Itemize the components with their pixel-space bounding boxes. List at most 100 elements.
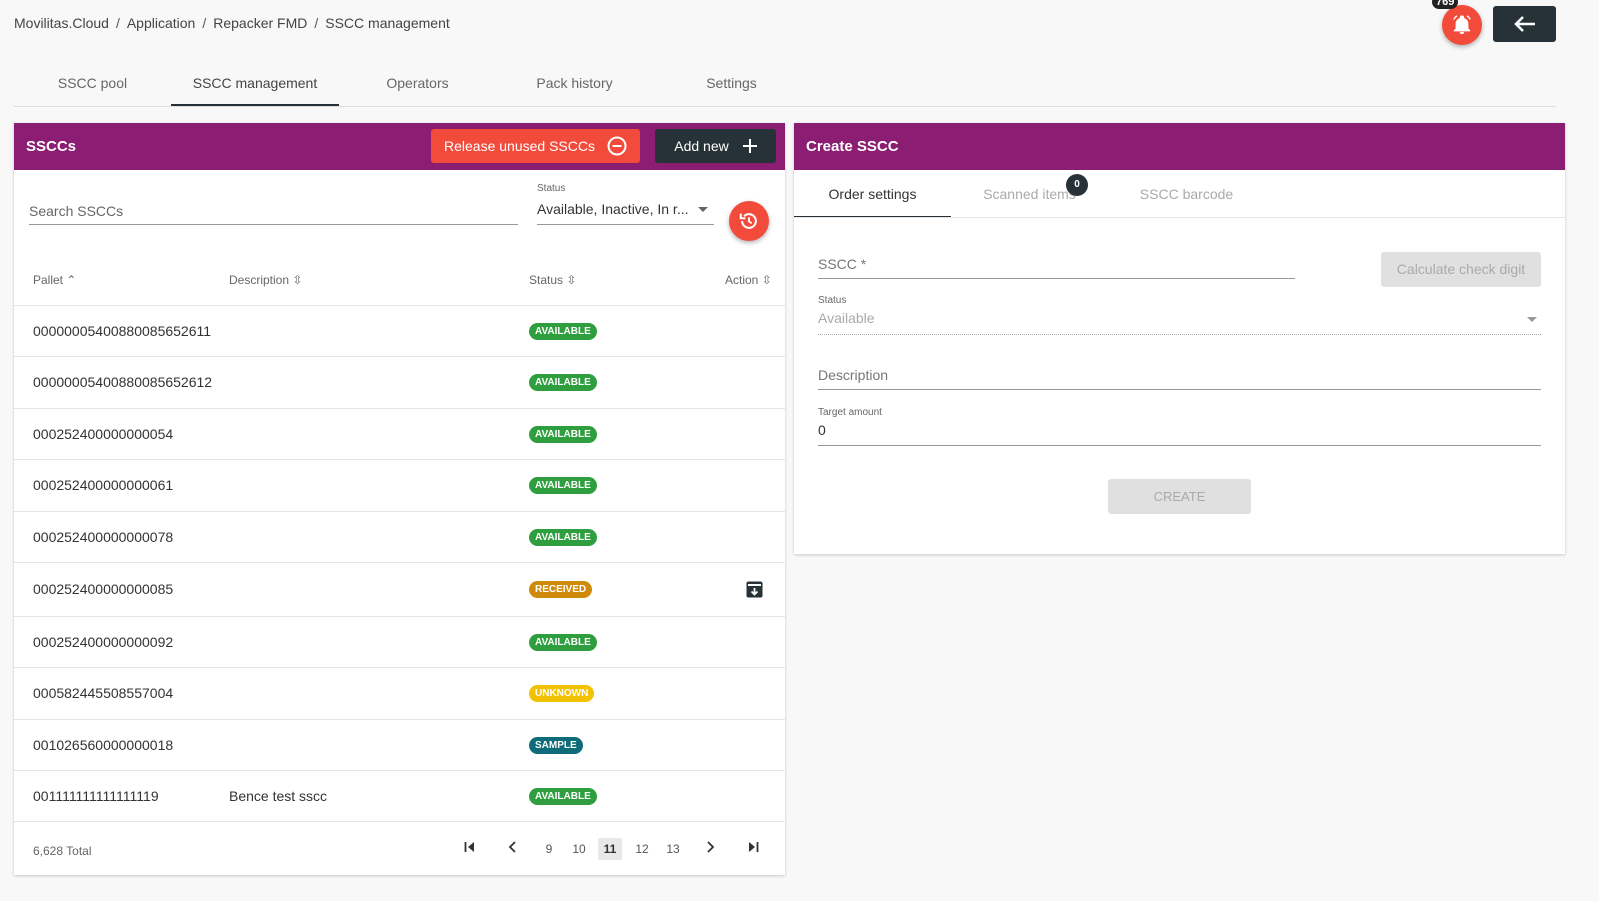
table-row[interactable]: 000252400000000061 AVAILABLE: [14, 460, 785, 512]
column-header-pallet[interactable]: Pallet ⌃: [33, 273, 76, 287]
search-placeholder: Search SSCCs: [29, 203, 124, 219]
table-row[interactable]: 001026560000000018 SAMPLE: [14, 720, 785, 771]
tab-sscc-barcode[interactable]: SSCC barcode: [1108, 170, 1265, 218]
status-badge: AVAILABLE: [529, 788, 597, 805]
back-button[interactable]: [1493, 6, 1556, 42]
minus-circle-icon: [607, 136, 627, 156]
status-badge: AVAILABLE: [529, 374, 597, 391]
table-row[interactable]: 00000005400880085652611 AVAILABLE: [14, 306, 785, 357]
column-status-label: Status: [529, 273, 564, 287]
breadcrumb-separator: /: [314, 15, 319, 31]
column-action-label: Action: [725, 273, 759, 287]
archive-button[interactable]: [746, 581, 763, 603]
main-tabs: SSCC pool SSCC management Operators Pack…: [14, 60, 1556, 107]
target-amount-value: 0: [818, 422, 826, 438]
table-row[interactable]: 000252400000000092 AVAILABLE: [14, 617, 785, 668]
next-page-button[interactable]: [702, 838, 718, 860]
bell-icon: [1453, 15, 1471, 35]
column-header-status[interactable]: Status ⇳: [529, 273, 576, 287]
table-row[interactable]: 00000005400880085652612 AVAILABLE: [14, 357, 785, 409]
sort-icon: ⇳: [292, 273, 303, 287]
column-pallet-label: Pallet: [33, 273, 64, 287]
add-new-button[interactable]: Add new: [655, 129, 776, 163]
pallet-cell: 00000005400880085652612: [33, 374, 213, 390]
page-button[interactable]: 12: [630, 838, 654, 860]
breadcrumb-separator: /: [202, 15, 207, 31]
release-button-label: Release unused SSCCs: [444, 138, 595, 154]
status-filter-value: Available, Inactive, In r...: [537, 201, 689, 217]
reset-filter-button[interactable]: [729, 201, 769, 241]
notification-count-badge: 769: [1432, 0, 1459, 9]
history-icon: [739, 213, 757, 229]
calculate-check-digit-button[interactable]: Calculate check digit: [1381, 252, 1541, 287]
status-filter-select[interactable]: Status Available, Inactive, In r...: [537, 183, 714, 225]
breadcrumb-current: SSCC management: [325, 15, 450, 31]
release-unused-ssccs-button[interactable]: Release unused SSCCs: [431, 129, 640, 163]
breadcrumb-item[interactable]: Application: [127, 15, 196, 31]
prev-page-button[interactable]: [505, 838, 521, 860]
breadcrumb-item[interactable]: Movilitas.Cloud: [14, 15, 109, 31]
table-row[interactable]: 001111111111111119 Bence test sscc AVAILAB…: [14, 771, 785, 822]
status-badge: SAMPLE: [529, 737, 583, 754]
tab-settings[interactable]: Settings: [653, 60, 810, 106]
sort-icon: ⇳: [566, 273, 577, 287]
total-count: 6,628 Total: [33, 844, 92, 858]
page-button-current[interactable]: 11: [598, 838, 622, 860]
arrow-left-icon: [1513, 16, 1535, 32]
tab-pack-history[interactable]: Pack history: [496, 60, 653, 106]
last-page-button[interactable]: [745, 838, 761, 860]
chevron-down-icon: [698, 207, 708, 212]
sscc-input[interactable]: SSCC *: [818, 256, 1295, 279]
table-row[interactable]: 000252400000000078 AVAILABLE: [14, 512, 785, 563]
notifications-button[interactable]: [1442, 5, 1482, 45]
column-header-action[interactable]: Action ⇳: [725, 273, 772, 287]
sscc-placeholder: SSCC *: [818, 256, 867, 272]
last-page-icon: [749, 842, 759, 852]
ssccs-panel-title: SSCCs: [26, 138, 77, 155]
breadcrumb-item[interactable]: Repacker FMD: [213, 15, 307, 31]
pallet-cell: 001026560000000018: [33, 737, 174, 753]
pallet-cell: 000252400000000092: [33, 634, 174, 650]
chevron-down-icon: [1527, 317, 1537, 322]
description-input[interactable]: Description: [818, 367, 1541, 390]
first-page-icon: [464, 842, 474, 852]
status-select[interactable]: Status Available: [818, 295, 1541, 335]
pallet-cell: 000252400000000085: [33, 581, 174, 597]
status-badge: AVAILABLE: [529, 477, 597, 494]
status-label: Status: [818, 295, 847, 306]
table-row[interactable]: 000252400000000054 AVAILABLE: [14, 409, 785, 460]
page-button[interactable]: 10: [567, 838, 591, 860]
tab-sscc-pool[interactable]: SSCC pool: [14, 60, 171, 106]
plus-icon: [742, 139, 757, 153]
target-amount-label: Target amount: [818, 407, 882, 418]
search-ssccs-input[interactable]: Search SSCCs: [29, 197, 518, 225]
pallet-cell: 000252400000000078: [33, 529, 174, 545]
tabs-divider: [794, 217, 1565, 218]
chevron-right-icon: [707, 841, 715, 853]
pallet-cell: 000252400000000054: [33, 426, 174, 442]
pallet-cell: 000252400000000061: [33, 477, 174, 493]
tab-sscc-management[interactable]: SSCC management: [171, 60, 339, 106]
page-button[interactable]: 9: [540, 838, 558, 860]
table-row[interactable]: 000582445508557004 UNKNOWN: [14, 668, 785, 720]
status-badge: AVAILABLE: [529, 426, 597, 443]
sort-asc-icon: ⌃: [66, 273, 77, 287]
first-page-button[interactable]: [462, 838, 478, 860]
table-row[interactable]: 000252400000000085 RECEIVED: [14, 563, 785, 617]
add-new-label: Add new: [674, 138, 729, 154]
description-cell: Bence test sscc: [229, 788, 328, 804]
chevron-left-icon: [508, 841, 516, 853]
page-button[interactable]: 13: [661, 838, 685, 860]
pallet-cell: 00000005400880085652611: [33, 323, 212, 339]
pallet-cell: 000582445508557004: [33, 685, 174, 701]
tab-order-settings[interactable]: Order settings: [794, 170, 951, 218]
breadcrumb: Movilitas.Cloud / Application / Repacker FMD…: [14, 15, 450, 31]
create-button[interactable]: CREATE: [1108, 479, 1251, 514]
sort-icon: ⇳: [761, 273, 772, 287]
status-badge: AVAILABLE: [529, 634, 597, 651]
create-sscc-panel: Create SSCC Order settings Scanned items…: [794, 123, 1565, 554]
column-header-description[interactable]: Description ⇳: [229, 273, 302, 287]
tab-operators[interactable]: Operators: [339, 60, 496, 106]
target-amount-input[interactable]: Target amount 0: [818, 407, 1541, 446]
create-sscc-header: Create SSCC: [794, 123, 1565, 170]
